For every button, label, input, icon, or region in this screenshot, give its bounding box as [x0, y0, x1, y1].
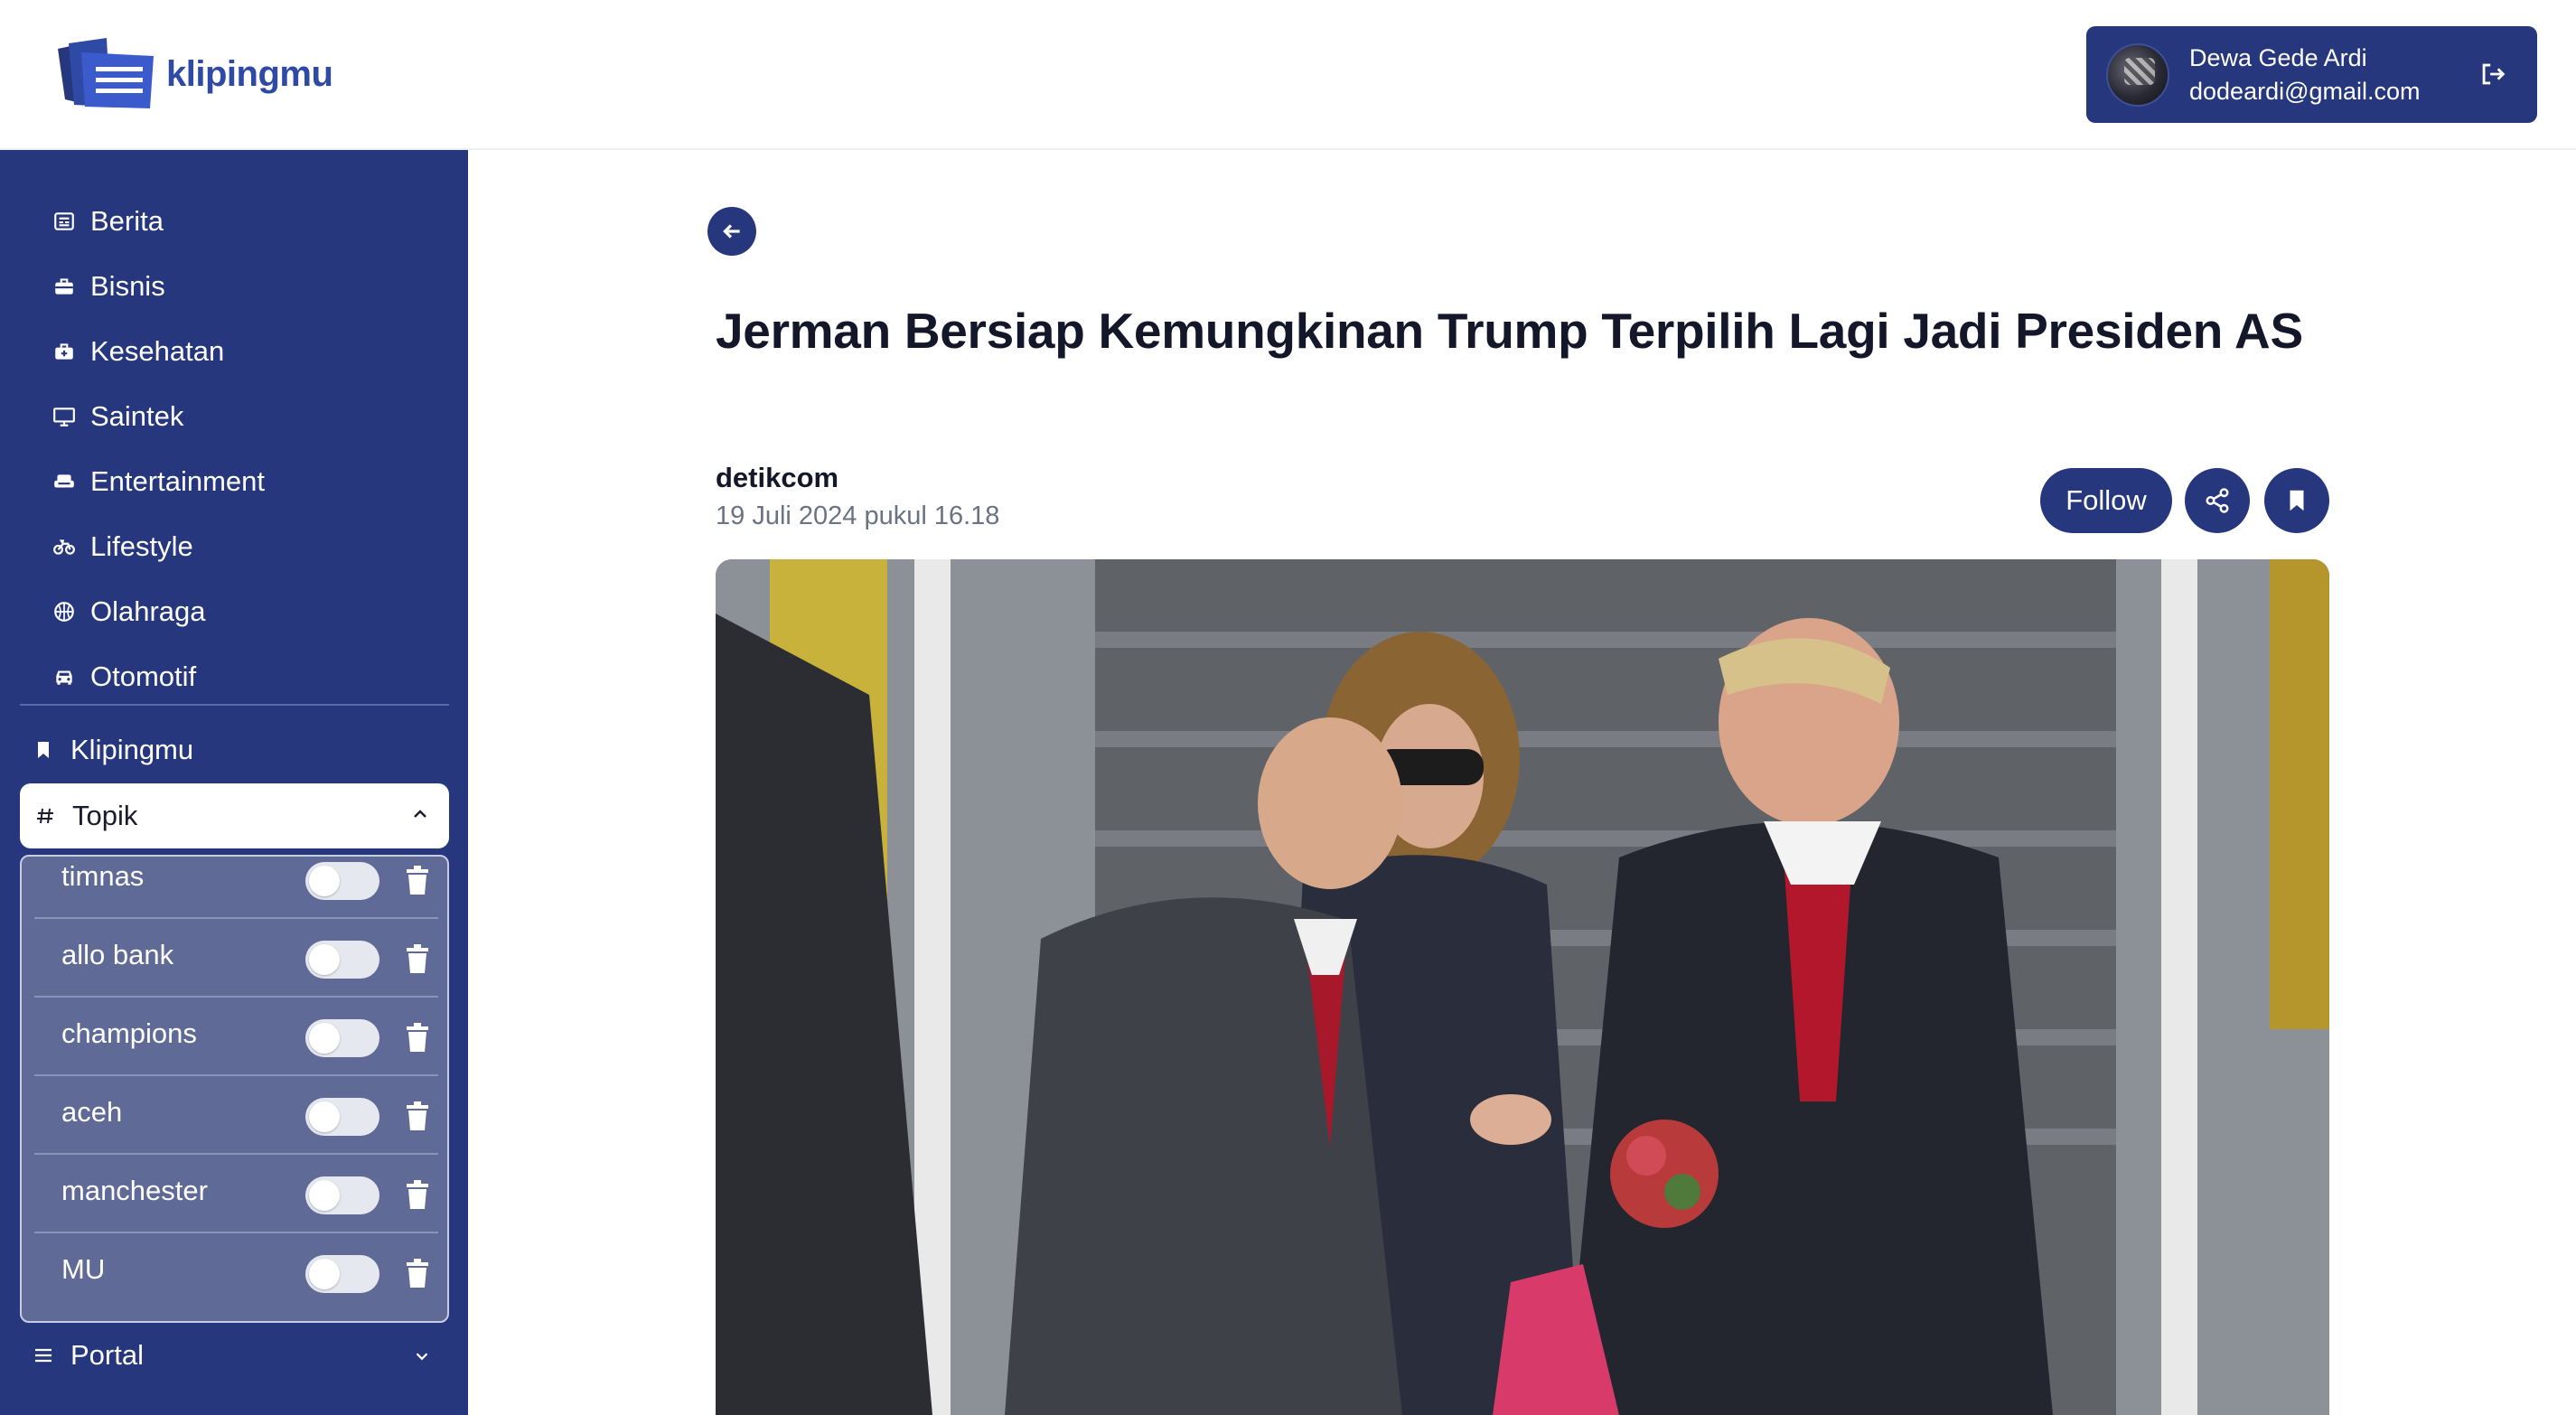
sidebar-item-portal[interactable]: Portal: [33, 1335, 428, 1375]
sidebar-item-label: Saintek: [90, 400, 184, 432]
article-image: [716, 559, 2329, 1415]
sidebar-item-entertainment[interactable]: Entertainment: [52, 464, 265, 500]
topik-label: Topik: [72, 800, 138, 831]
topic-toggle[interactable]: [305, 941, 379, 979]
topic-label: allo bank: [61, 939, 174, 970]
trash-icon[interactable]: [405, 1180, 430, 1209]
article-source[interactable]: detikcom: [716, 462, 838, 494]
main-content: Jerman Bersiap Kemungkinan Trump Terpili…: [468, 150, 2576, 1415]
back-button[interactable]: [707, 207, 756, 256]
sidebar-item-berita[interactable]: Berita: [52, 203, 164, 239]
trash-icon[interactable]: [405, 1023, 430, 1052]
trash-icon[interactable]: [405, 1101, 430, 1130]
sidebar-item-label: Bisnis: [90, 270, 165, 302]
list-item: manchester: [34, 1155, 438, 1233]
topic-label: MU: [61, 1253, 106, 1285]
list-item: aceh: [34, 1076, 438, 1155]
topic-toggle[interactable]: [305, 1019, 379, 1057]
sidebar-item-label: Portal: [70, 1339, 144, 1371]
briefcase-icon: [55, 278, 73, 295]
topic-toggle[interactable]: [305, 1255, 379, 1293]
avatar: [2106, 42, 2169, 107]
list-item: champions: [34, 998, 438, 1076]
top-bar: klipingmu Dewa Gede Ardi dodeardi@gmail.…: [0, 0, 2576, 150]
basketball-icon: [54, 602, 74, 622]
share-icon: [2206, 488, 2229, 513]
topic-toggle[interactable]: [305, 1098, 379, 1136]
follow-button[interactable]: Follow: [2040, 468, 2172, 533]
logo-text: klipingmu: [166, 53, 333, 94]
topic-toggle[interactable]: [305, 862, 379, 900]
arrow-left-icon: [723, 224, 740, 239]
sidebar-item-klipingmu[interactable]: Klipingmu: [33, 730, 193, 770]
hashtag-icon: [37, 808, 53, 824]
sidebar-item-label: Entertainment: [90, 465, 265, 497]
sidebar-item-olahraga[interactable]: Olahraga: [52, 594, 206, 630]
bookmark-icon: [2290, 490, 2304, 511]
article-title: Jerman Bersiap Kemungkinan Trump Terpili…: [716, 303, 2303, 359]
sidebar-item-label: Olahraga: [90, 595, 206, 627]
couch-icon: [54, 474, 74, 488]
bicycle-icon: [53, 539, 75, 555]
logo-icon: [58, 38, 154, 108]
topic-label: manchester: [61, 1175, 208, 1206]
chevron-up-icon: [414, 810, 426, 818]
list-item: timnas: [34, 857, 438, 919]
topik-dropdown[interactable]: Topik: [20, 783, 449, 848]
topic-toggle[interactable]: [305, 1176, 379, 1214]
app-logo[interactable]: klipingmu: [56, 36, 333, 112]
sidebar-item-label: Klipingmu: [70, 734, 194, 765]
topic-list[interactable]: timnas allo bank champions aceh manchest…: [20, 855, 449, 1323]
trash-icon[interactable]: [405, 1259, 430, 1288]
list-item: MU: [34, 1233, 438, 1312]
article-photo-illustration: [716, 559, 2329, 1415]
topic-label: aceh: [61, 1096, 123, 1128]
bookmark-button[interactable]: [2264, 468, 2329, 533]
sidebar-item-label: Berita: [90, 205, 164, 237]
sidebar-item-label: Otomotif: [90, 661, 197, 692]
logout-icon[interactable]: [2478, 59, 2508, 89]
monitor-icon: [53, 408, 75, 426]
car-icon: [56, 670, 72, 685]
article-date: 19 Juli 2024 pukul 16.18: [716, 501, 1000, 530]
sidebar-item-label: Kesehatan: [90, 335, 225, 367]
topic-label: champions: [61, 1017, 197, 1049]
topic-label: timnas: [61, 860, 145, 892]
menu-icon: [35, 1348, 52, 1363]
list-item: allo bank: [34, 919, 438, 998]
user-email: dodeardi@gmail.com: [2189, 77, 2421, 105]
sidebar-item-lifestyle[interactable]: Lifestyle: [52, 529, 193, 565]
trash-icon[interactable]: [405, 866, 430, 895]
trash-icon[interactable]: [405, 944, 430, 973]
user-name: Dewa Gede Ardi: [2189, 43, 2367, 71]
chevron-down-icon: [416, 1353, 428, 1361]
sidebar-item-bisnis[interactable]: Bisnis: [52, 268, 165, 305]
medkit-icon: [55, 343, 73, 360]
sidebar-item-kesehatan[interactable]: Kesehatan: [52, 333, 224, 370]
sidebar-divider: [20, 704, 449, 706]
newspaper-icon: [54, 212, 74, 230]
bookmark-icon: [38, 742, 49, 758]
user-card[interactable]: Dewa Gede Ardi dodeardi@gmail.com: [2086, 26, 2537, 123]
sidebar-item-otomotif[interactable]: Otomotif: [52, 659, 196, 695]
sidebar-item-saintek[interactable]: Saintek: [52, 398, 183, 435]
share-button[interactable]: [2185, 468, 2250, 533]
sidebar-item-label: Lifestyle: [90, 530, 193, 562]
